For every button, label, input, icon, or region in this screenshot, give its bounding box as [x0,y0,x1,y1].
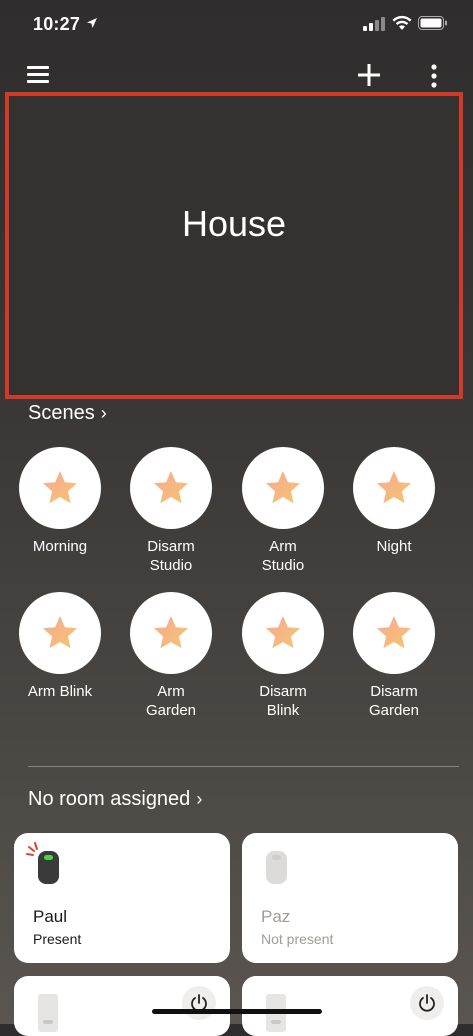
scene-label: Disarm Garden [368,683,420,719]
scene-tile[interactable]: Disarm Garden [339,592,449,720]
scene-tile[interactable]: Arm Studio [228,447,338,575]
room-header-label: No room assigned [28,788,191,810]
power-icon [419,994,435,1012]
chevron-right-icon: › [100,403,107,423]
star-icon [43,616,77,649]
scene-button[interactable] [242,592,324,674]
scene-button[interactable] [19,447,101,529]
scene-tile[interactable]: Disarm Blink [228,592,338,720]
scene-label: Night [376,538,412,555]
vertical-dots-icon[interactable] [428,63,440,89]
wifi-icon [392,15,412,30]
star-icon [266,471,300,504]
scenes-header-label: Scenes [28,402,95,424]
scene-tile[interactable]: Morning [5,447,115,556]
device-name: Paz [261,907,291,926]
star-icon [377,616,411,649]
device-card-paul[interactable]: Paul Present [14,833,230,963]
status-bar: 10:27 [0,0,473,48]
presence-tag-icon [266,851,287,884]
power-button[interactable] [410,986,444,1020]
scene-label: Morning [32,538,88,555]
cellular-signal-icon [363,17,385,31]
device-status: Present [33,931,82,947]
home-indicator[interactable] [152,1009,322,1014]
star-icon [377,471,411,504]
device-card-switch-2[interactable] [242,976,458,1036]
device-status: Not present [261,931,334,947]
scenes-header[interactable]: Scenes › [28,402,107,425]
chevron-right-icon: › [196,789,203,809]
hamburger-menu-icon[interactable] [27,66,49,84]
scene-button[interactable] [130,447,212,529]
scene-button[interactable] [242,447,324,529]
star-icon [266,616,300,649]
wall-switch-icon [38,994,58,1032]
scene-tile[interactable]: Disarm Studio [116,447,226,575]
plus-icon[interactable] [357,63,381,87]
scene-button[interactable] [353,592,435,674]
star-icon [154,616,188,649]
power-button[interactable] [182,986,216,1020]
device-name: Paul [33,907,68,926]
house-title: House [181,202,287,244]
scene-label: Arm Studio [261,538,305,574]
scene-button[interactable] [130,592,212,674]
top-toolbar [0,60,473,94]
scene-tile[interactable]: Arm Garden [116,592,226,720]
device-card-paz[interactable]: Paz Not present [242,833,458,963]
scene-label: Arm Garden [145,683,197,719]
status-time: 10:27 [33,14,81,34]
section-divider [28,766,459,767]
battery-icon [418,16,447,30]
scene-tile[interactable]: Arm Blink [5,592,115,701]
star-icon [154,471,188,504]
location-arrow-icon [87,18,97,28]
scene-label: Disarm Studio [147,538,195,574]
scene-button[interactable] [19,592,101,674]
scene-label: Arm Blink [27,683,93,700]
house-banner[interactable]: House [5,92,463,399]
scene-label: Disarm Blink [259,683,307,719]
scene-tile[interactable]: Night [339,447,449,556]
presence-tag-icon [26,842,59,884]
scene-button[interactable] [353,447,435,529]
star-icon [43,471,77,504]
room-header[interactable]: No room assigned › [28,788,202,811]
device-card-switch-1[interactable] [14,976,230,1036]
